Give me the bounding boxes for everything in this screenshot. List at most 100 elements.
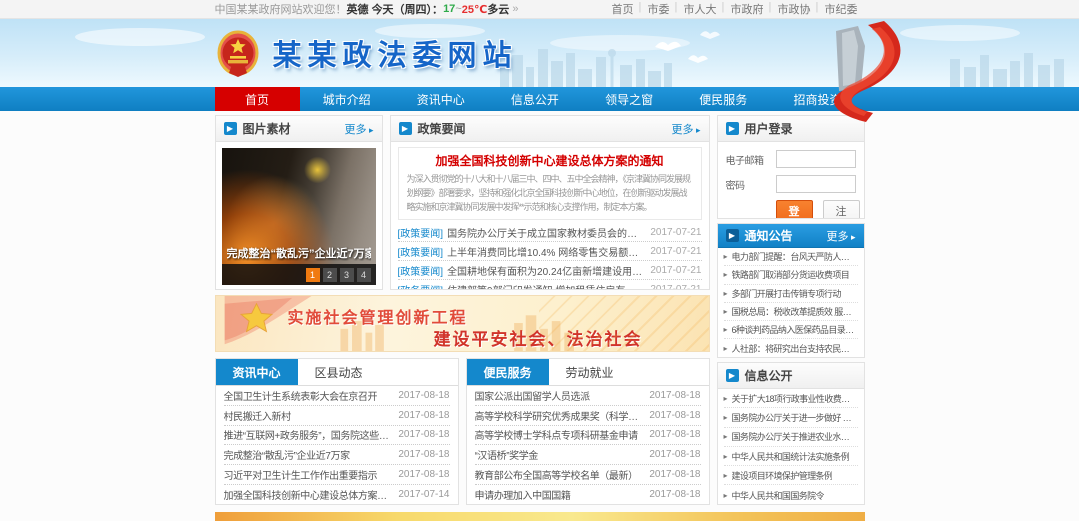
info-item-text[interactable]: 国务院办公厅关于进一步做好 民间投资 <box>732 411 858 424</box>
news-center-panel: 资讯中心 区县动态 全国卫生计生系统表彰大会在京召开 2017-08-18 村民… <box>215 358 459 505</box>
list-item-title[interactable]: 完成整治“散乱污”企业近7万家 <box>224 447 393 462</box>
nav-item-investment[interactable]: 招商投资 <box>770 87 864 111</box>
list-item[interactable]: “汉语桥”奖学金 2017-08-18 <box>475 445 701 465</box>
notice-item[interactable]: 铁路部门取消部分货运收费项目 <box>724 266 858 284</box>
nav-item-news-center[interactable]: 资讯中心 <box>394 87 488 111</box>
photo-caption: 完成整治“散乱污”企业近7万家 <box>227 245 371 261</box>
list-item-title[interactable]: 教育部公布全国高等学校名单（最新） <box>475 467 644 482</box>
info-item-text[interactable]: 国务院办公厅关于推进农业水价 综合改 <box>732 430 858 443</box>
info-item[interactable]: 关于扩大18项行政事业性收费免征范围 <box>724 389 858 408</box>
register-button[interactable]: 注册 <box>823 200 860 219</box>
top-link[interactable]: 市纪委 <box>818 1 865 17</box>
tab-public-services[interactable]: 便民服务 <box>467 359 549 385</box>
login-button[interactable]: 登录 <box>776 200 813 219</box>
info-item[interactable]: 中华人民共和国国务院令 <box>724 485 858 504</box>
news-tag: [政务要闻] <box>398 282 444 291</box>
temp-high: 25℃ <box>462 3 488 16</box>
welcome-text: 中国某某政府网站欢迎您！ <box>215 1 347 17</box>
tab-news-center[interactable]: 资讯中心 <box>216 359 298 385</box>
nav-item-public-services[interactable]: 便民服务 <box>676 87 770 111</box>
nav-item-city-intro[interactable]: 城市介绍 <box>300 87 394 111</box>
list-item-title[interactable]: 习近平对卫生计生工作作出重要指示 <box>224 467 393 482</box>
notice-item[interactable]: 6种谈判药品纳入医保药品目录，这些细 <box>724 321 858 339</box>
page-button[interactable]: 3 <box>340 268 354 282</box>
list-item[interactable]: 习近平对卫生计生工作作出重要指示 2017-08-18 <box>224 465 450 485</box>
notice-item-text[interactable]: 国税总局：税收改革提质效 服务经济有 <box>732 305 858 318</box>
list-item[interactable]: 完成整治“散乱污”企业近7万家 2017-08-18 <box>224 445 450 465</box>
tab-district-news[interactable]: 区县动态 <box>298 359 380 385</box>
page-button[interactable]: 2 <box>323 268 337 282</box>
news-item[interactable]: [政务要闻] 住建部等9部门印发通知 增加租赁住房有效供给 2017-07-21 <box>398 280 702 290</box>
list-item[interactable]: 加强全国科技创新中心建设总体方案的通知 2017-07-14 <box>224 485 450 505</box>
notice-item[interactable]: 多部门开展打击传销专项行动 <box>724 285 858 303</box>
notice-item[interactable]: 电力部门提醒：台风天严防人身触电事故 <box>724 248 858 266</box>
info-item-text[interactable]: 中华人民共和国国务院令 <box>732 489 824 502</box>
news-title[interactable]: 住建部等9部门印发通知 增加租赁住房有效供给 <box>447 282 644 291</box>
info-item-text[interactable]: 建设项目环境保护管理条例 <box>732 469 833 482</box>
weather-more-arrow-icon[interactable]: » <box>512 3 518 15</box>
list-item[interactable]: 高等学校博士学科点专项科研基金申请 2017-08-18 <box>475 426 701 446</box>
list-item[interactable]: 申请办理加入中国国籍 2017-08-18 <box>475 485 701 505</box>
notice-item-text[interactable]: 铁路部门取消部分货运收费项目 <box>732 268 850 281</box>
list-item[interactable]: 全国卫生计生系统表彰大会在京召开 2017-08-18 <box>224 386 450 406</box>
news-item[interactable]: [政策要闻] 上半年消费同比增10.4% 网络零售交易额同比增33.4% 201… <box>398 242 702 261</box>
news-title[interactable]: 全国耕地保有面积为20.24亿亩新增建设用地面积增加 <box>447 263 644 278</box>
panel-arrow-icon <box>224 122 237 135</box>
news-item[interactable]: [政策要闻] 国务院办公厅关于成立国家教材委员会的通知 2017-07-21 <box>398 223 702 242</box>
list-item[interactable]: 推进“互联网+政务服务”，国务院这些举措 2017-08-18 <box>224 426 450 446</box>
info-item-text[interactable]: 中华人民共和国统计法实施条例 <box>732 450 850 463</box>
list-item[interactable]: 高等学校科学研究优秀成果奖（科学技术） 2017-08-18 <box>475 406 701 426</box>
photo-more-link[interactable]: 更多 <box>344 121 373 137</box>
list-item[interactable]: 教育部公布全国高等学校名单（最新） 2017-08-18 <box>475 465 701 485</box>
info-item-text[interactable]: 关于扩大18项行政事业性收费免征范围 <box>732 392 858 405</box>
top-link[interactable]: 市政府 <box>724 1 771 17</box>
list-item-title[interactable]: 全国卫生计生系统表彰大会在京召开 <box>224 388 393 403</box>
page-button[interactable]: 4 <box>357 268 371 282</box>
email-input[interactable] <box>776 150 856 168</box>
policy-more-link[interactable]: 更多 <box>671 121 700 137</box>
slogan-line-2: 建设平安社会、法治社会 <box>434 325 643 350</box>
photo-slide[interactable]: 完成整治“散乱污”企业近7万家 1 2 3 4 <box>222 148 376 285</box>
list-item-title[interactable]: 村民搬迁入新村 <box>224 408 393 423</box>
top-link[interactable]: 首页 <box>605 1 641 17</box>
list-item[interactable]: 国家公派出国留学人员选派 2017-08-18 <box>475 386 701 406</box>
info-item[interactable]: 中华人民共和国统计法实施条例 <box>724 447 858 466</box>
top-link[interactable]: 市委 <box>641 1 677 17</box>
top-link[interactable]: 市人大 <box>677 1 724 17</box>
page-button[interactable]: 1 <box>306 268 320 282</box>
notice-item-text[interactable]: 6种谈判药品纳入医保药品目录，这些细 <box>732 323 858 336</box>
notice-more-link[interactable]: 更多 <box>826 228 855 244</box>
notice-item[interactable]: 人社部：将研究出台支持农民工返乡创业 <box>724 339 858 357</box>
list-item[interactable]: 村民搬迁入新村 2017-08-18 <box>224 406 450 426</box>
news-date: 2017-07-21 <box>650 284 701 291</box>
info-item[interactable]: 国务院办公厅关于推进农业水价 综合改 <box>724 428 858 447</box>
list-item-title[interactable]: 高等学校科学研究优秀成果奖（科学技术） <box>475 408 644 423</box>
nav-item-home[interactable]: 首页 <box>215 87 300 111</box>
notice-item-text[interactable]: 电力部门提醒：台风天严防人身触电事故 <box>732 250 858 263</box>
nav-item-leadership[interactable]: 领导之窗 <box>582 87 676 111</box>
list-item-date: 2017-08-18 <box>649 429 700 440</box>
info-item[interactable]: 国务院办公厅关于进一步做好 民间投资 <box>724 408 858 427</box>
news-item[interactable]: [政策要闻] 全国耕地保有面积为20.24亿亩新增建设用地面积增加 2017-0… <box>398 261 702 280</box>
news-tag: [政策要闻] <box>398 263 444 278</box>
notice-item-text[interactable]: 多部门开展打击传销专项行动 <box>732 287 841 300</box>
list-item-title[interactable]: 高等学校博士学科点专项科研基金申请 <box>475 427 644 442</box>
bottom-banner-strip <box>215 512 865 521</box>
info-item[interactable]: 建设项目环境保护管理条例 <box>724 466 858 485</box>
policy-news-panel: 政策要闻 更多 加强全国科技创新中心建设总体方案的通知 为深入贯彻党的十八大和十… <box>390 115 710 290</box>
list-item-title[interactable]: 推进“互联网+政务服务”，国务院这些举措 <box>224 427 393 442</box>
news-title[interactable]: 国务院办公厅关于成立国家教材委员会的通知 <box>447 225 644 240</box>
list-item-title[interactable]: “汉语桥”奖学金 <box>475 447 644 462</box>
policy-headline-link[interactable]: 加强全国科技创新中心建设总体方案的通知 <box>407 152 693 169</box>
notice-item[interactable]: 国税总局：税收改革提质效 服务经济有 <box>724 303 858 321</box>
password-input[interactable] <box>776 175 856 193</box>
top-link[interactable]: 市政协 <box>771 1 818 17</box>
list-item-title[interactable]: 国家公派出国留学人员选派 <box>475 388 644 403</box>
news-title[interactable]: 上半年消费同比增10.4% 网络零售交易额同比增33.4% <box>447 244 644 259</box>
notice-item-text[interactable]: 人社部：将研究出台支持农民工返乡创业 <box>732 342 858 355</box>
list-item-title[interactable]: 加强全国科技创新中心建设总体方案的通知 <box>224 487 393 502</box>
email-label: 电子邮箱 <box>726 152 776 167</box>
list-item-title[interactable]: 申请办理加入中国国籍 <box>475 487 644 502</box>
nav-item-info-disclosure[interactable]: 信息公开 <box>488 87 582 111</box>
tab-employment[interactable]: 劳动就业 <box>549 359 631 385</box>
